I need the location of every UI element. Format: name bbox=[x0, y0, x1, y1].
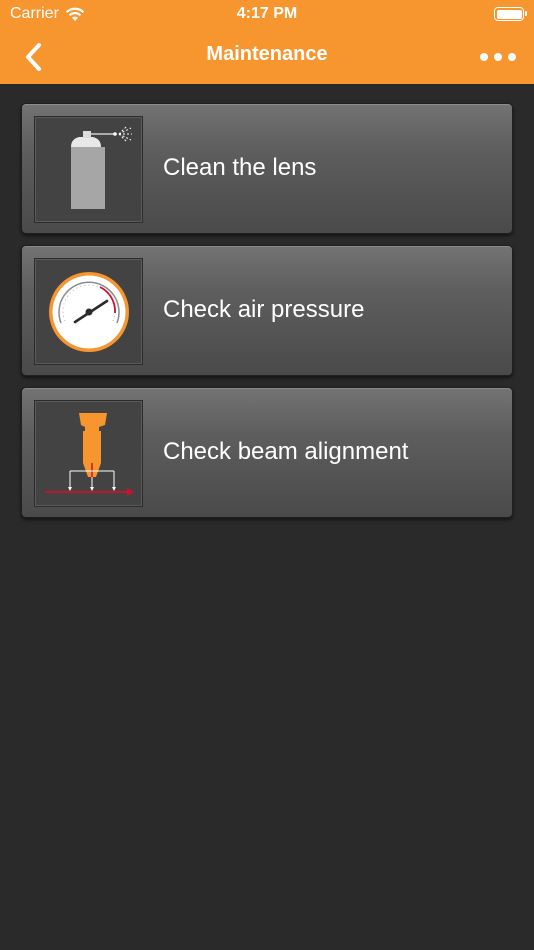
more-options-button[interactable] bbox=[480, 44, 516, 70]
list-item-clean-lens[interactable]: Clean the lens bbox=[21, 103, 513, 234]
item-label: Check air pressure bbox=[163, 296, 365, 323]
item-label: Check beam alignment bbox=[163, 438, 409, 465]
thumbnail bbox=[34, 258, 143, 365]
battery-icon bbox=[494, 7, 527, 21]
pressure-gauge-icon bbox=[49, 272, 129, 352]
laser-nozzle-icon bbox=[45, 413, 134, 496]
navigation-bar: Maintenance bbox=[0, 30, 534, 84]
status-time: 4:17 PM bbox=[236, 5, 298, 22]
status-bar: Carrier 4:17 PM bbox=[0, 0, 534, 30]
thumbnail bbox=[34, 116, 143, 223]
list-item-check-air-pressure[interactable]: Check air pressure bbox=[21, 245, 513, 376]
list-item-check-beam-alignment[interactable]: Check beam alignment bbox=[21, 387, 513, 518]
maintenance-list: Clean the lens Check air pressure Check … bbox=[21, 103, 513, 529]
page-title: Maintenance bbox=[206, 43, 328, 65]
ellipsis-icon bbox=[480, 53, 488, 61]
spray-can-icon bbox=[71, 125, 132, 209]
thumbnail bbox=[34, 400, 143, 507]
item-label: Clean the lens bbox=[163, 154, 317, 181]
